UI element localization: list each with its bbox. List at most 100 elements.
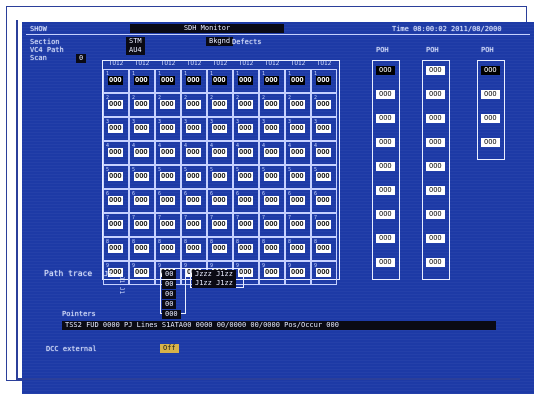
grid-cell[interactable]: 2 OOO xyxy=(285,93,311,117)
section-value[interactable]: STM xyxy=(126,37,145,46)
grid-cell[interactable]: 1 OOO xyxy=(207,69,233,93)
grid-cell[interactable]: 5 OOO xyxy=(155,165,181,189)
grid-cell[interactable]: 6 OOO xyxy=(129,189,155,213)
grid-cell[interactable]: 6 OOO xyxy=(233,189,259,213)
grid-cell[interactable]: 8 OOO xyxy=(103,237,129,261)
grid-cell[interactable]: 1 OOO xyxy=(259,69,285,93)
grid-cell[interactable]: 7 OOO xyxy=(155,213,181,237)
scan-value[interactable]: 0 xyxy=(76,54,87,63)
grid-cell[interactable]: 2 OOO xyxy=(155,93,181,117)
grid-cell[interactable]: 5 OOO xyxy=(311,165,337,189)
grid-cell[interactable]: 4 OOO xyxy=(181,141,207,165)
poh-cell[interactable]: OOO xyxy=(376,114,395,123)
grid-cell[interactable]: 6 OOO xyxy=(285,189,311,213)
poh-cell[interactable]: OOO xyxy=(481,114,500,123)
poh-cell[interactable]: OOO xyxy=(376,186,395,195)
grid-cell[interactable]: 5 OOO xyxy=(181,165,207,189)
grid-cell[interactable]: 4 OOO xyxy=(129,141,155,165)
grid-cell[interactable]: 7 OOO xyxy=(233,213,259,237)
grid-cell[interactable]: 9OOO xyxy=(259,261,285,285)
grid-cell[interactable]: 7 OOO xyxy=(285,213,311,237)
grid-cell[interactable]: 6 OOO xyxy=(103,189,129,213)
dcc-external-value[interactable]: Off xyxy=(160,344,179,353)
poh-cell[interactable]: OOO xyxy=(481,90,500,99)
poh-cell[interactable]: OOO xyxy=(376,162,395,171)
grid-cell[interactable]: 7 OOO xyxy=(181,213,207,237)
grid-cell[interactable]: 9OOO xyxy=(129,261,155,285)
grid-cell[interactable]: 4 OOO xyxy=(311,141,337,165)
poh-cell[interactable]: OOO xyxy=(376,210,395,219)
grid-cell[interactable]: 5 OOO xyxy=(103,165,129,189)
grid-cell[interactable]: 1 OOO xyxy=(129,69,155,93)
grid-cell[interactable]: 8 OOO xyxy=(181,237,207,261)
grid-cell[interactable]: 1 OOO xyxy=(311,69,337,93)
grid-cell[interactable]: 5 OOO xyxy=(233,165,259,189)
grid-cell[interactable]: 8 OOO xyxy=(233,237,259,261)
grid-cell[interactable]: 2 OOO xyxy=(311,93,337,117)
grid-cell[interactable]: 1 OOO xyxy=(181,69,207,93)
grid-cell[interactable]: 8 OOO xyxy=(259,237,285,261)
poh-cell[interactable]: OOO xyxy=(481,66,500,75)
poh-cell[interactable]: OOO xyxy=(426,258,445,267)
grid-cell[interactable]: 6 OOO xyxy=(207,189,233,213)
grid-cell[interactable]: 2 OOO xyxy=(129,93,155,117)
grid-cell[interactable]: 6 OOO xyxy=(259,189,285,213)
grid-cell[interactable]: 2 OOO xyxy=(103,93,129,117)
grid-cell[interactable]: 4 OOO xyxy=(233,141,259,165)
grid-cell[interactable]: 3 OOO xyxy=(129,117,155,141)
grid-cell[interactable]: 8 OOO xyxy=(155,237,181,261)
grid-cell[interactable]: 3 OOO xyxy=(155,117,181,141)
grid-cell[interactable]: 5 OOO xyxy=(207,165,233,189)
grid-cell[interactable]: 5 OOO xyxy=(129,165,155,189)
grid-cell[interactable]: 4 OOO xyxy=(259,141,285,165)
grid-cell[interactable]: 8 OOO xyxy=(207,237,233,261)
poh-cell[interactable]: OOO xyxy=(426,210,445,219)
grid-cell[interactable]: 8 OOO xyxy=(285,237,311,261)
poh-cell[interactable]: OOO xyxy=(426,162,445,171)
poh-cell[interactable]: OOO xyxy=(376,234,395,243)
grid-cell[interactable]: 7 OOO xyxy=(259,213,285,237)
vc4-path-value[interactable]: AU4 xyxy=(126,46,145,55)
grid-cell[interactable]: 1 OOO xyxy=(155,69,181,93)
grid-cell[interactable]: 3 OOO xyxy=(259,117,285,141)
poh-cell[interactable]: OOO xyxy=(481,138,500,147)
grid-cell[interactable]: 8 OOO xyxy=(129,237,155,261)
grid-cell[interactable]: 5 OOO xyxy=(259,165,285,189)
grid-cell[interactable]: 1 OOO xyxy=(103,69,129,93)
grid-cell[interactable]: 6 OOO xyxy=(311,189,337,213)
poh-cell[interactable]: OOO xyxy=(426,114,445,123)
grid-cell[interactable]: 2 OOO xyxy=(207,93,233,117)
grid-cell[interactable]: 1 OOO xyxy=(285,69,311,93)
grid-cell[interactable]: 7 OOO xyxy=(311,213,337,237)
grid-cell[interactable]: 1 OOO xyxy=(233,69,259,93)
grid-cell[interactable]: 4 OOO xyxy=(155,141,181,165)
grid-cell[interactable]: 5 OOO xyxy=(285,165,311,189)
poh-cell[interactable]: OOO xyxy=(376,138,395,147)
grid-cell[interactable]: 3 OOO xyxy=(285,117,311,141)
grid-cell[interactable]: 6 OOO xyxy=(181,189,207,213)
poh-cell[interactable]: OOO xyxy=(376,258,395,267)
grid-cell[interactable]: 9OOO xyxy=(285,261,311,285)
grid-cell[interactable]: 3 OOO xyxy=(207,117,233,141)
poh-cell[interactable]: OOO xyxy=(426,138,445,147)
grid-cell[interactable]: 2 OOO xyxy=(233,93,259,117)
grid-cell[interactable]: 4 OOO xyxy=(285,141,311,165)
grid-cell[interactable]: 7 OOO xyxy=(129,213,155,237)
grid-cell[interactable]: 6 OOO xyxy=(155,189,181,213)
poh-cell[interactable]: OOO xyxy=(376,66,395,75)
grid-cell[interactable]: 7 OOO xyxy=(207,213,233,237)
grid-cell[interactable]: 7 OOO xyxy=(103,213,129,237)
grid-cell[interactable]: 9OOO xyxy=(311,261,337,285)
grid-cell[interactable]: 2 OOO xyxy=(259,93,285,117)
poh-cell[interactable]: OOO xyxy=(426,90,445,99)
poh-cell[interactable]: OOO xyxy=(426,66,445,75)
grid-cell[interactable]: 2 OOO xyxy=(181,93,207,117)
grid-cell[interactable]: 4 OOO xyxy=(207,141,233,165)
grid-cell[interactable]: 3 OOO xyxy=(103,117,129,141)
grid-cell[interactable]: 3 OOO xyxy=(181,117,207,141)
grid-cell[interactable]: 8 OOO xyxy=(311,237,337,261)
grid-cell[interactable]: 3 OOO xyxy=(233,117,259,141)
poh-cell[interactable]: OOO xyxy=(426,186,445,195)
poh-cell[interactable]: OOO xyxy=(376,90,395,99)
grid-cell[interactable]: 3 OOO xyxy=(311,117,337,141)
